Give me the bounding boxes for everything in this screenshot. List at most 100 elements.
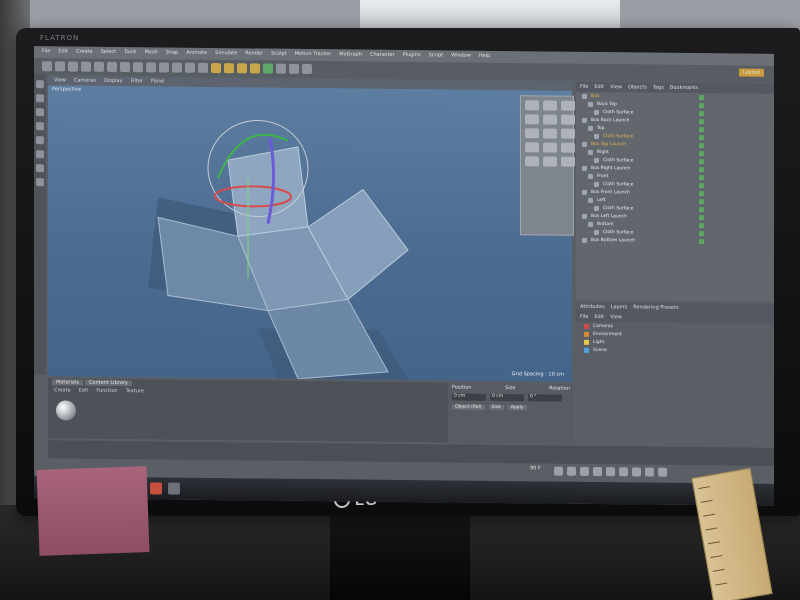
snap-icon[interactable] (36, 178, 44, 187)
menu-item-14[interactable]: Plugins (403, 52, 421, 60)
perspective-viewport[interactable]: View Cameras Display Filter Panel Perspectiv… (48, 76, 572, 382)
points-mode-icon[interactable] (36, 122, 44, 131)
menu-item-4[interactable]: Tools (124, 49, 136, 57)
autokey-icon[interactable] (658, 467, 667, 477)
material-menu-item-3[interactable]: Texture (126, 388, 144, 394)
menu-item-10[interactable]: Sculpt (271, 51, 287, 59)
palette-btn-6[interactable] (561, 114, 575, 125)
apply-button[interactable]: Apply (507, 405, 527, 411)
go-to-end-icon[interactable] (632, 466, 641, 476)
size-field[interactable]: 0 cm (490, 393, 524, 402)
palette-btn-3[interactable] (561, 100, 575, 111)
x-axis-icon[interactable] (120, 62, 130, 73)
polygons-mode-icon[interactable] (36, 150, 44, 159)
layer-color-swatch[interactable] (584, 331, 589, 337)
object-menu-item-2[interactable]: View (610, 84, 622, 90)
object-row[interactable]: Box Bottom Launch (576, 236, 774, 246)
object-menu-item-1[interactable]: Edit (594, 84, 604, 90)
visibility-check-icon[interactable] (699, 166, 704, 172)
menu-item-3[interactable]: Select (101, 49, 116, 57)
timeline[interactable] (48, 440, 774, 466)
object-mode-dropdown[interactable]: Object (Rel) (452, 404, 485, 410)
coord-system-icon[interactable] (159, 62, 169, 73)
visibility-check-icon[interactable] (699, 190, 704, 196)
palette-btn-15[interactable] (561, 156, 575, 167)
palette-btn-10[interactable] (525, 142, 539, 153)
menu-item-16[interactable]: Window (451, 52, 471, 60)
visibility-check-icon[interactable] (699, 230, 704, 236)
material-tab-1[interactable]: Content Library (84, 379, 132, 387)
record-icon[interactable] (645, 467, 654, 477)
visibility-check-icon[interactable] (699, 142, 704, 148)
axis-mode-icon[interactable] (36, 164, 44, 173)
rotation-field[interactable]: 0 ° (528, 394, 562, 402)
visibility-check-icon[interactable] (699, 158, 704, 164)
menu-item-5[interactable]: Mesh (144, 49, 157, 57)
visibility-check-icon[interactable] (699, 222, 704, 228)
menu-item-7[interactable]: Animate (186, 50, 207, 58)
object-menu-item-5[interactable]: Bookmarks (670, 85, 698, 91)
object-menu-item-3[interactable]: Objects (628, 84, 647, 90)
palette-btn-7[interactable] (525, 128, 539, 139)
menu-item-9[interactable]: Render (245, 50, 263, 58)
rotate-icon[interactable] (107, 61, 117, 72)
visibility-check-icon[interactable] (699, 110, 704, 116)
layer-menu-item-2[interactable]: View (610, 314, 622, 320)
y-axis-icon[interactable] (133, 62, 143, 73)
visibility-check-icon[interactable] (699, 94, 704, 100)
visibility-check-icon[interactable] (699, 102, 704, 108)
cube-icon[interactable] (211, 62, 221, 74)
menu-item-0[interactable]: File (42, 48, 50, 56)
taskbar-adobe-icon[interactable] (150, 482, 162, 495)
palette-btn-1[interactable] (525, 100, 539, 111)
layer-tab-1[interactable]: Layers (611, 304, 628, 310)
visibility-check-icon[interactable] (699, 134, 704, 140)
visibility-check-icon[interactable] (699, 126, 704, 132)
object-menu-item-4[interactable]: Tags (653, 85, 664, 91)
menu-item-11[interactable]: Motion Tracker (295, 51, 332, 59)
palette-btn-2[interactable] (543, 100, 557, 111)
position-field[interactable]: 0 cm (452, 393, 486, 401)
palette-btn-11[interactable] (543, 142, 557, 153)
menu-item-2[interactable]: Create (76, 49, 93, 57)
scale-icon[interactable] (94, 61, 104, 72)
menu-item-15[interactable]: Script (429, 52, 444, 60)
edges-mode-icon[interactable] (36, 136, 44, 145)
visibility-check-icon[interactable] (699, 214, 704, 220)
render-view-icon[interactable] (172, 62, 182, 73)
layout-dropdown[interactable]: Layout (739, 68, 764, 77)
visibility-check-icon[interactable] (699, 206, 704, 212)
menu-item-6[interactable]: Snap (166, 50, 179, 58)
taskbar-cinema4d-icon[interactable] (168, 482, 180, 495)
pen-icon[interactable] (224, 63, 234, 74)
size-mode-dropdown[interactable]: Size (488, 404, 504, 411)
previous-frame-icon[interactable] (580, 466, 589, 476)
palette-btn-8[interactable] (543, 128, 557, 139)
menu-item-13[interactable]: Character (370, 52, 395, 60)
subdivision-icon[interactable] (237, 63, 247, 74)
next-frame-icon[interactable] (606, 466, 615, 476)
menu-item-12[interactable]: MoGraph (339, 51, 362, 59)
layer-color-swatch[interactable] (584, 339, 589, 345)
material-tab-0[interactable]: Materials (52, 379, 83, 386)
next-key-icon[interactable] (619, 466, 628, 476)
material-menu-item-2[interactable]: Function (96, 388, 117, 394)
palette-btn-12[interactable] (561, 142, 575, 153)
visibility-check-icon[interactable] (699, 150, 704, 156)
visibility-check-icon[interactable] (699, 238, 704, 244)
layer-tab-2[interactable]: Rendering Presets (633, 304, 678, 310)
object-menu-item-0[interactable]: File (580, 84, 588, 90)
texture-mode-icon[interactable] (36, 108, 44, 117)
camera-icon[interactable] (289, 63, 299, 74)
visibility-check-icon[interactable] (699, 198, 704, 204)
palette-btn-5[interactable] (543, 114, 557, 125)
material-menu-item-0[interactable]: Create (54, 387, 71, 393)
light-icon[interactable] (302, 63, 312, 75)
layer-menu-item-0[interactable]: File (580, 314, 588, 320)
layer-tab-0[interactable]: Attributes (580, 304, 605, 310)
visibility-check-icon[interactable] (699, 182, 704, 188)
deformer-icon[interactable] (263, 63, 273, 74)
move-icon[interactable] (81, 61, 91, 72)
z-axis-icon[interactable] (146, 62, 156, 73)
redo-icon[interactable] (55, 61, 65, 72)
